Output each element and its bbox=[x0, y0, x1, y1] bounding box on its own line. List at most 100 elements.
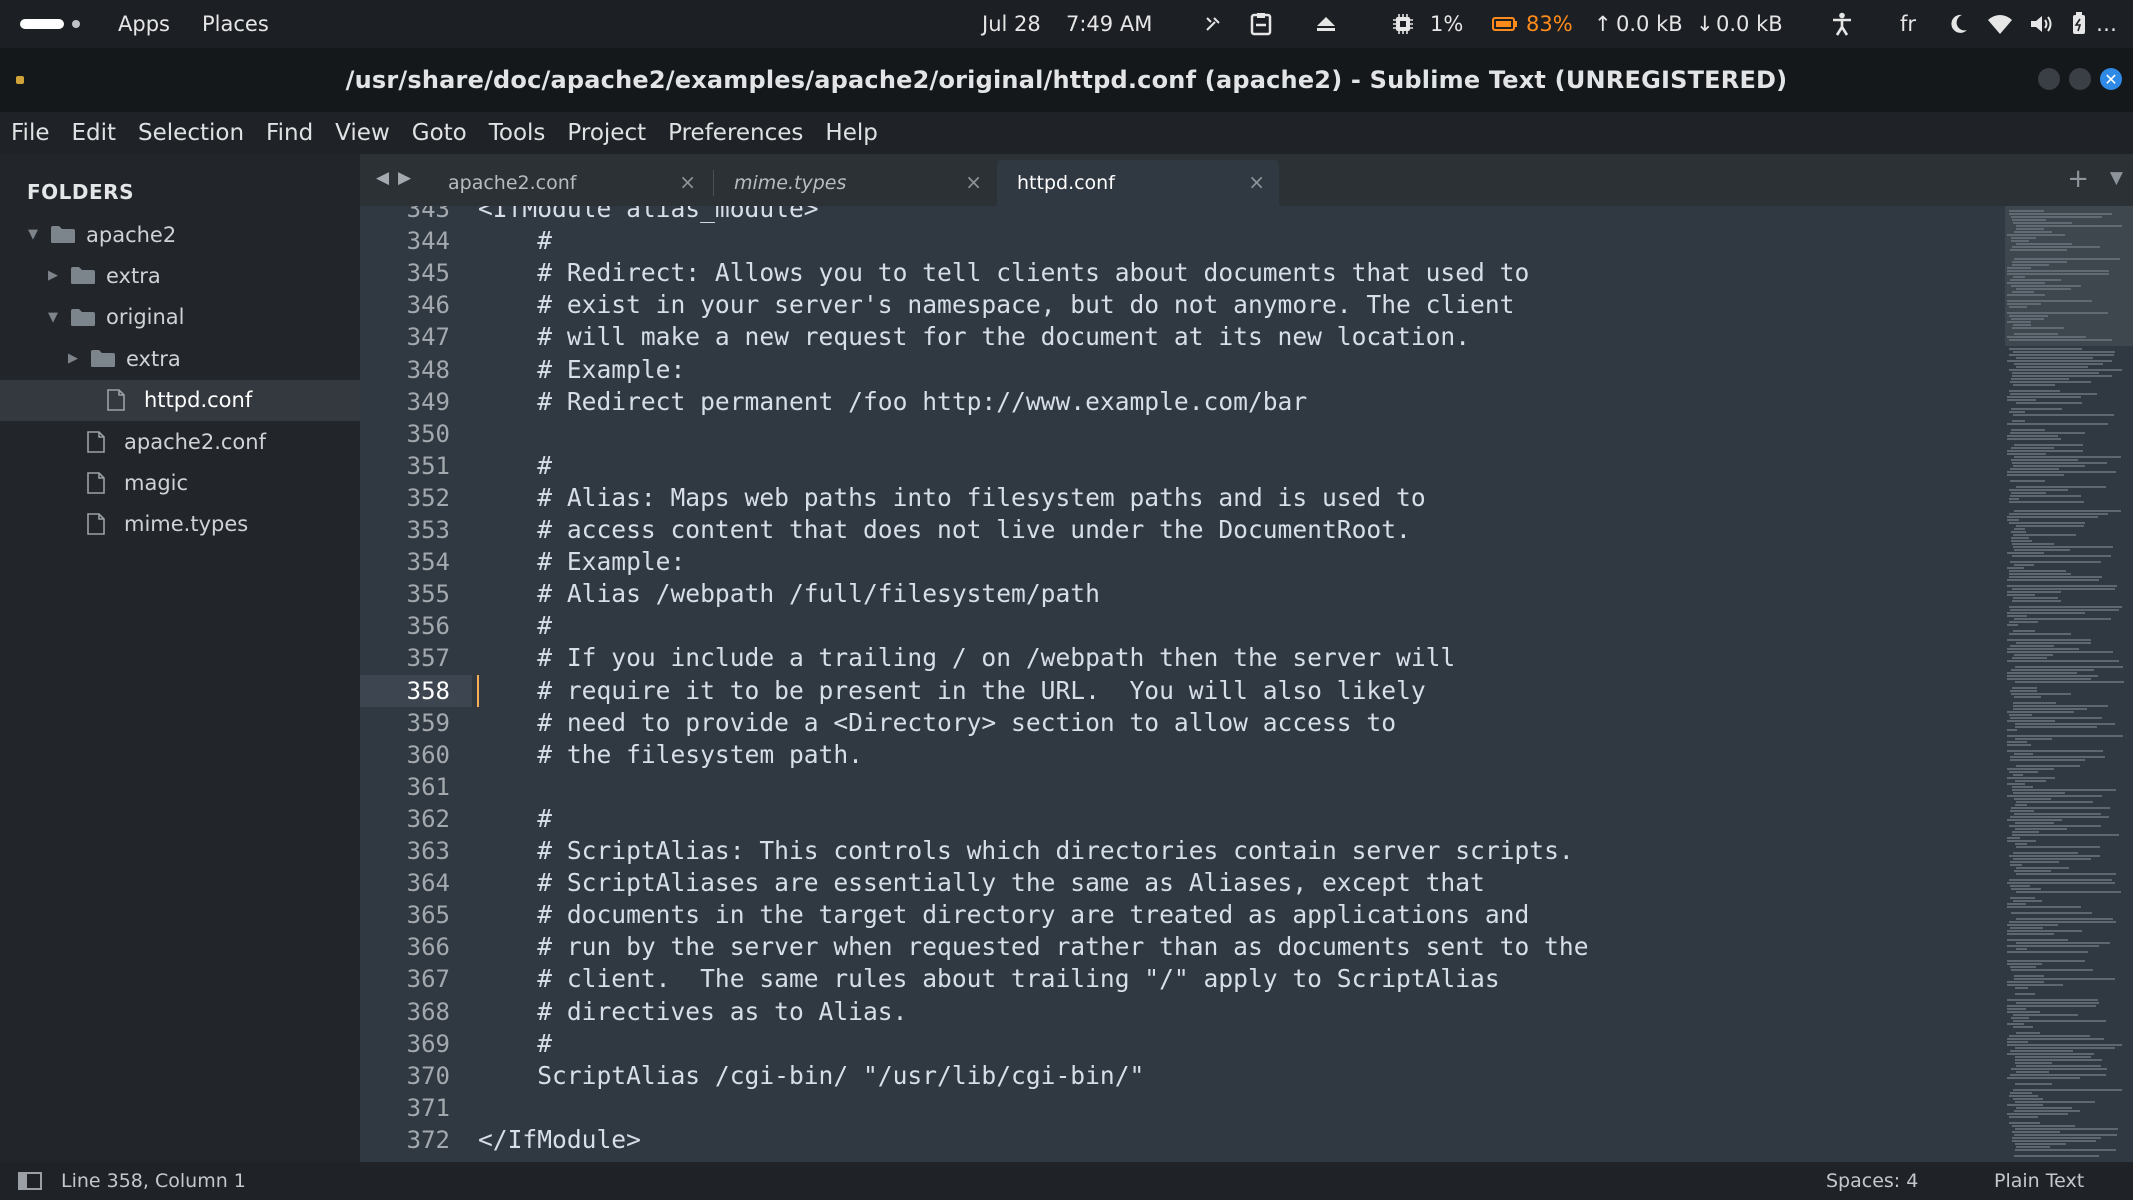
apps-menu[interactable]: Apps bbox=[118, 0, 170, 48]
menu-goto[interactable]: Goto bbox=[401, 120, 478, 146]
code-line[interactable]: # Example: bbox=[478, 546, 685, 578]
code-line[interactable]: # ScriptAlias: This controls which direc… bbox=[478, 835, 1573, 867]
volume-icon[interactable] bbox=[2030, 0, 2054, 48]
places-menu[interactable]: Places bbox=[202, 0, 269, 48]
sidebar-toggle-icon[interactable] bbox=[18, 1172, 42, 1190]
tab-apache2-conf[interactable]: apache2.conf × bbox=[428, 160, 710, 206]
minimap-line bbox=[2007, 1113, 2068, 1115]
minimap-line bbox=[2014, 363, 2103, 365]
minimap-line bbox=[2007, 939, 2068, 941]
battery-icon[interactable] bbox=[1492, 0, 1518, 48]
minimap-line bbox=[2009, 825, 2101, 827]
menu-edit[interactable]: Edit bbox=[61, 120, 128, 146]
minimap[interactable] bbox=[2005, 206, 2133, 1162]
chevron-down-icon[interactable]: ▼ bbox=[24, 227, 42, 242]
night-light-icon[interactable] bbox=[1950, 0, 1968, 48]
code-line[interactable]: # directives as to Alias. bbox=[478, 996, 907, 1028]
code-line[interactable]: # Alias: Maps web paths into filesystem … bbox=[478, 482, 1425, 514]
code-line[interactable]: # Redirect: Allows you to tell clients a… bbox=[478, 257, 1529, 289]
minimap-line bbox=[2016, 873, 2116, 875]
menu-preferences[interactable]: Preferences bbox=[657, 120, 814, 146]
chevron-right-icon[interactable]: ▶ bbox=[64, 351, 82, 366]
chevron-down-icon[interactable]: ▼ bbox=[44, 310, 62, 325]
tab-httpd-conf[interactable]: httpd.conf × bbox=[997, 160, 1279, 206]
code-line[interactable]: # client. The same rules about trailing … bbox=[478, 963, 1499, 995]
minimap-line bbox=[2007, 933, 2054, 935]
code-line[interactable]: # run by the server when requested rathe… bbox=[478, 931, 1588, 963]
eject-icon[interactable] bbox=[1316, 0, 1336, 48]
keyboard-layout[interactable]: fr bbox=[1900, 0, 1916, 48]
tree-file[interactable]: mime.types bbox=[0, 504, 360, 545]
minimap-line bbox=[2010, 645, 2054, 647]
code-line[interactable]: # bbox=[478, 803, 552, 835]
code-line[interactable]: # need to provide a <Directory> section … bbox=[478, 707, 1396, 739]
tab-close-icon[interactable]: × bbox=[965, 170, 982, 194]
code-line[interactable]: # bbox=[478, 610, 552, 642]
maximize-button[interactable] bbox=[2069, 68, 2091, 90]
code-line[interactable]: # bbox=[478, 1028, 552, 1060]
activities-indicator[interactable] bbox=[20, 19, 64, 29]
menu-file[interactable]: File bbox=[0, 120, 61, 146]
menu-view[interactable]: View bbox=[324, 120, 401, 146]
syntax-mode[interactable]: Plain Text bbox=[1994, 1170, 2084, 1192]
tree-folder[interactable]: ▶ extra bbox=[0, 338, 360, 379]
code-line[interactable]: # will make a new request for the docume… bbox=[478, 321, 1470, 353]
tree-file[interactable]: apache2.conf bbox=[0, 421, 360, 462]
minimize-button[interactable] bbox=[2038, 68, 2060, 90]
code-line[interactable]: # bbox=[478, 225, 552, 257]
code-line[interactable]: # exist in your server's namespace, but … bbox=[478, 289, 1514, 321]
new-tab-icon[interactable]: + bbox=[2067, 164, 2089, 194]
tree-folder[interactable]: ▼ original bbox=[0, 297, 360, 338]
code-line[interactable]: # Alias /webpath /full/filesystem/path bbox=[478, 578, 1100, 610]
clock-time[interactable]: 7:49 AM bbox=[1066, 0, 1152, 48]
minimap-line bbox=[2010, 717, 2102, 719]
menu-tools[interactable]: Tools bbox=[478, 120, 557, 146]
overflow-menu[interactable]: … bbox=[2096, 0, 2117, 48]
tree-folder[interactable]: ▶ extra bbox=[0, 255, 360, 296]
close-window-button[interactable]: ✕ bbox=[2100, 68, 2122, 90]
code-line[interactable]: # Redirect permanent /foo http://www.exa… bbox=[478, 386, 1307, 418]
code-line[interactable]: # Example: bbox=[478, 354, 685, 386]
tools-icon[interactable] bbox=[1204, 0, 1222, 48]
wifi-icon[interactable] bbox=[1988, 0, 2012, 48]
minimap-line bbox=[2007, 840, 2036, 842]
accessibility-icon[interactable] bbox=[1832, 0, 1852, 48]
chevron-right-icon[interactable]: ▶ bbox=[44, 268, 62, 283]
menu-selection[interactable]: Selection bbox=[127, 120, 255, 146]
minimap-line bbox=[2013, 222, 2072, 224]
code-line[interactable]: # the filesystem path. bbox=[478, 739, 863, 771]
code-editor[interactable]: 343 344 345 346 347 348 349 350 351 352 353 354 355 3… bbox=[360, 206, 2133, 1162]
minimap-line bbox=[2016, 243, 2072, 245]
tab-mime-types[interactable]: mime.types × bbox=[714, 160, 996, 206]
tab-close-icon[interactable]: × bbox=[679, 170, 696, 194]
tab-close-icon[interactable]: × bbox=[1248, 170, 1265, 194]
code-line[interactable]: ScriptAlias /cgi-bin/ "/usr/lib/cgi-bin/… bbox=[478, 1060, 1144, 1092]
code-line[interactable]: # access content that does not live unde… bbox=[478, 514, 1411, 546]
workspace-dot[interactable] bbox=[72, 20, 80, 28]
tab-list-chevron-icon[interactable]: ▼ bbox=[2110, 168, 2123, 188]
tree-file[interactable]: httpd.conf bbox=[0, 379, 360, 421]
indentation-setting[interactable]: Spaces: 4 bbox=[1826, 1170, 1918, 1192]
code-line[interactable]: # ScriptAliases are essentially the same… bbox=[478, 867, 1485, 899]
minimap-line bbox=[2011, 285, 2081, 287]
clock-date[interactable]: Jul 28 bbox=[982, 0, 1041, 48]
menu-project[interactable]: Project bbox=[556, 120, 657, 146]
minimap-line bbox=[2016, 525, 2084, 527]
code-line[interactable]: # require it to be present in the URL. Y… bbox=[478, 675, 1425, 707]
code-line[interactable]: # If you include a trailing / on /webpat… bbox=[478, 642, 1455, 674]
code-line[interactable]: # documents in the target directory are … bbox=[478, 899, 1529, 931]
code-line[interactable]: # bbox=[478, 450, 552, 482]
clipboard-icon[interactable] bbox=[1250, 0, 1272, 48]
power-icon[interactable] bbox=[2070, 0, 2088, 48]
tab-prev-icon[interactable]: ◀ bbox=[376, 168, 389, 188]
minimap-line bbox=[2011, 969, 2093, 971]
menu-find[interactable]: Find bbox=[255, 120, 324, 146]
code-line[interactable]: <IfModule alias_module> bbox=[478, 206, 819, 225]
code-line[interactable]: </IfModule> bbox=[478, 1124, 641, 1156]
tree-file[interactable]: magic bbox=[0, 462, 360, 503]
tab-next-icon[interactable]: ▶ bbox=[398, 168, 411, 188]
tree-folder[interactable]: ▼ apache2 bbox=[0, 214, 360, 255]
cpu-icon[interactable] bbox=[1392, 0, 1414, 48]
window-title-bar[interactable]: /usr/share/doc/apache2/examples/apache2/… bbox=[0, 48, 2133, 112]
menu-help[interactable]: Help bbox=[814, 120, 888, 146]
